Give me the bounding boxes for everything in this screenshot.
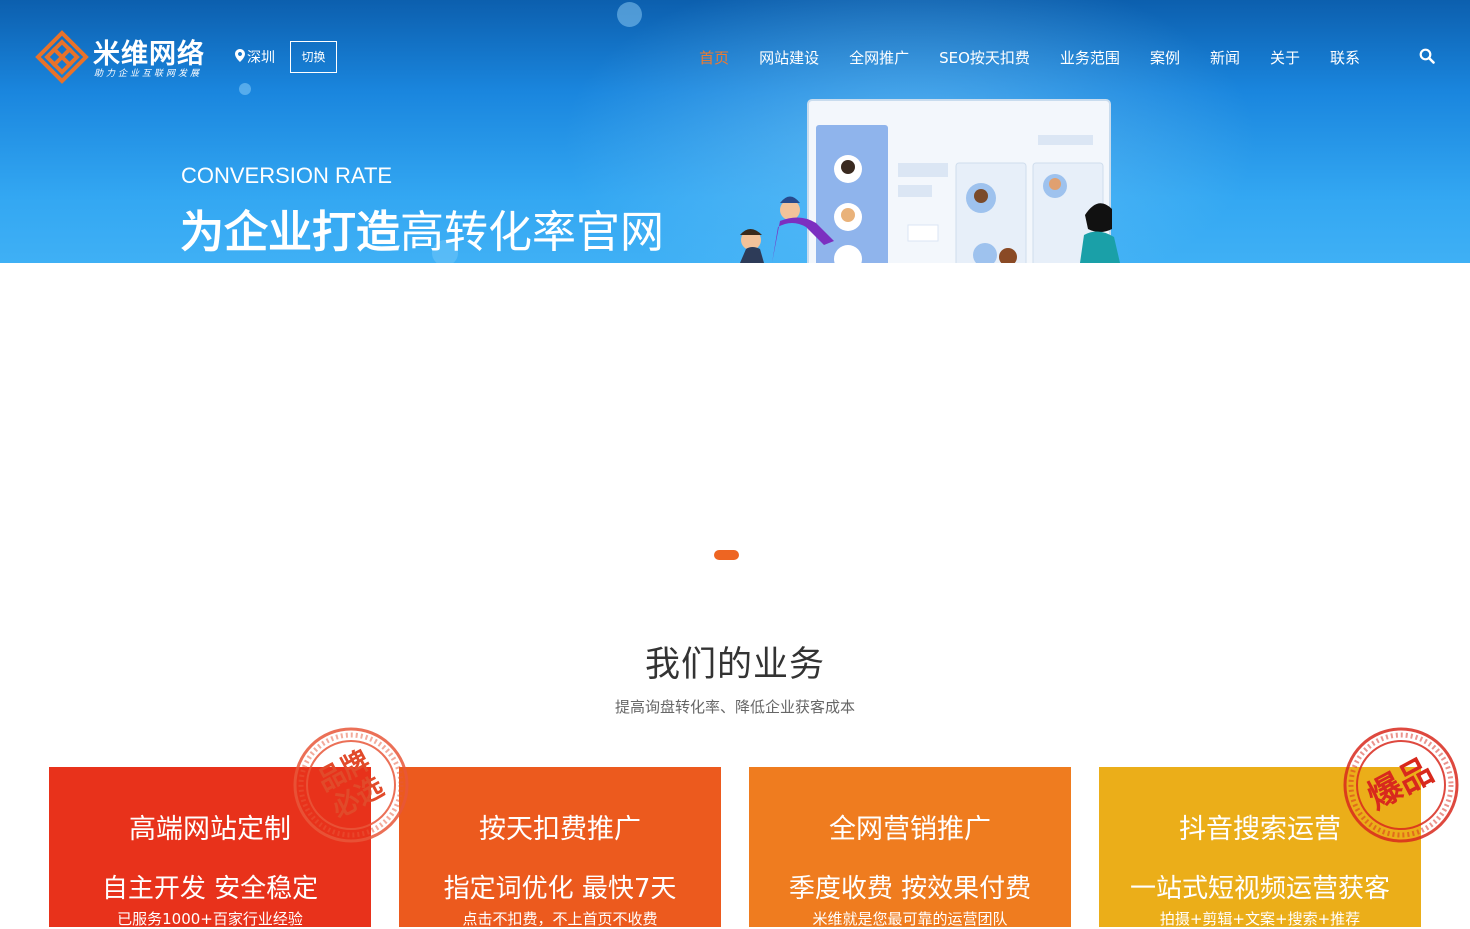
nav-item-network-promotion[interactable]: 全网推广 xyxy=(849,47,909,68)
nav-item-business-scope[interactable]: 业务范围 xyxy=(1060,47,1120,68)
slider-pagination-dot[interactable] xyxy=(714,550,739,560)
banner-english-text: CONVERSION RATE xyxy=(181,163,393,188)
nav-item-news[interactable]: 新闻 xyxy=(1210,47,1240,68)
card-headline: 季度收费 按效果付费 xyxy=(788,874,1032,904)
nav-item-website-building[interactable]: 网站建设 xyxy=(759,47,819,68)
card-description: 点击不扣费，不上首页不收费 xyxy=(462,910,658,928)
hero-banner[interactable]: 米维网络 助力企业互联网发展 深圳 切换 首页 网站建设 全网推广 SEO按天扣… xyxy=(0,0,1470,263)
nav-item-home[interactable]: 首页 xyxy=(699,47,729,68)
nav-item-cases[interactable]: 案例 xyxy=(1150,47,1180,68)
card-title: 按天扣费推广 xyxy=(479,814,641,845)
card-title: 全网营销推广 xyxy=(829,814,991,845)
switch-city-button[interactable]: 切换 xyxy=(290,41,337,73)
location-pin-icon xyxy=(235,49,245,62)
service-card-network-marketing[interactable]: 全网营销推广 季度收费 按效果付费 米维就是您最可靠的运营团队 xyxy=(749,767,1071,928)
banner-headline: 为企业打造高转化率官网 xyxy=(180,196,664,260)
card-description: 米维就是您最可靠的运营团队 xyxy=(812,910,1008,928)
card-description: 已服务1000+百家行业经验 xyxy=(117,910,303,928)
bubble-decoration xyxy=(239,83,251,95)
service-card-daily-promotion[interactable]: 按天扣费推广 指定词优化 最快7天 点击不扣费，不上首页不收费 xyxy=(399,767,721,928)
main-nav: 首页 网站建设 全网推广 SEO按天扣费 业务范围 案例 新闻 关于 联系 xyxy=(669,47,1360,68)
site-logo[interactable]: 米维网络 助力企业互联网发展 xyxy=(35,30,210,84)
hot-item-stamp-icon: 爆品 xyxy=(1342,726,1460,844)
card-headline: 一站式短视频运营获客 xyxy=(1129,874,1390,904)
logo-mark-icon xyxy=(35,30,89,84)
city-name: 深圳 xyxy=(247,50,275,66)
card-headline: 自主开发 安全稳定 xyxy=(101,874,319,904)
city-selector[interactable]: 深圳 xyxy=(234,47,275,67)
banner-illustration xyxy=(740,99,1120,263)
logo-slogan: 助力企业互联网发展 xyxy=(94,69,203,79)
card-headline: 指定词优化 最快7天 xyxy=(443,874,677,904)
banner-headline-rest: 高转化率官网 xyxy=(400,207,664,258)
search-icon[interactable] xyxy=(1419,48,1435,64)
section-subtitle: 提高询盘转化率、降低企业获客成本 xyxy=(614,698,855,716)
card-description: 拍摄+剪辑+文案+搜索+推荐 xyxy=(1159,910,1361,928)
nav-item-seo-daily[interactable]: SEO按天扣费 xyxy=(939,47,1030,68)
nav-item-about[interactable]: 关于 xyxy=(1270,47,1300,68)
brand-pick-stamp-icon: 品牌 必选 xyxy=(292,726,410,844)
nav-item-contact[interactable]: 联系 xyxy=(1330,47,1360,68)
bubble-decoration xyxy=(617,2,642,27)
section-title: 我们的业务 xyxy=(644,645,825,685)
banner-headline-bold: 为企业打造 xyxy=(180,207,400,258)
stamp-line: 爆品 xyxy=(1361,750,1441,819)
